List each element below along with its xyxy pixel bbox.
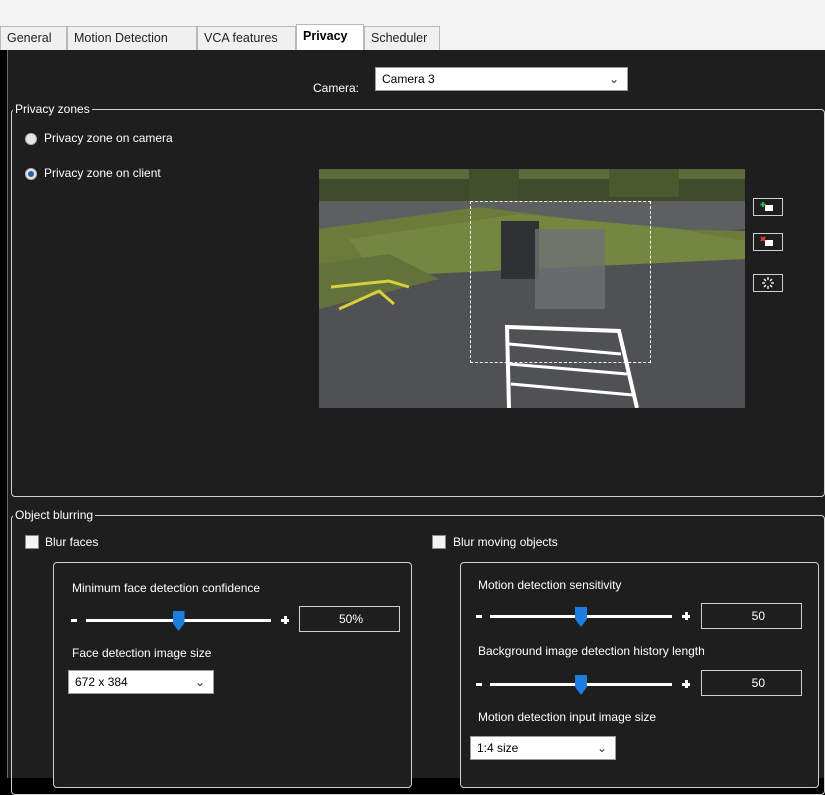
add-zone-button[interactable] xyxy=(753,198,783,216)
blur-faces-checkbox[interactable] xyxy=(25,535,39,549)
clear-zones-button[interactable] xyxy=(753,274,783,292)
camera-label: Camera: xyxy=(313,81,360,95)
tab-privacy[interactable]: Privacy xyxy=(296,24,364,50)
tab-general[interactable]: General xyxy=(0,26,67,50)
plus-icon[interactable] xyxy=(281,616,289,624)
min-confidence-label: Minimum face detection confidence xyxy=(72,581,261,595)
face-image-size-value: 672 x 384 xyxy=(75,675,128,689)
blur-faces-label: Blur faces xyxy=(45,535,99,549)
input-size-label: Motion detection input image size xyxy=(478,710,657,724)
delete-zone-button[interactable] xyxy=(753,233,783,251)
sensitivity-slider[interactable] xyxy=(490,607,672,627)
clear-zones-icon xyxy=(762,277,774,289)
input-size-value: 1:4 size xyxy=(477,741,519,755)
history-length-label: Background image detection history lengt… xyxy=(478,644,705,658)
face-image-size-label: Face detection image size xyxy=(72,646,212,660)
min-confidence-slider[interactable] xyxy=(86,611,271,631)
privacy-zones-title: Privacy zones xyxy=(13,102,92,116)
input-size-select[interactable]: 1:4 size ⌄ xyxy=(470,736,616,760)
camera-select-value: Camera 3 xyxy=(382,72,435,86)
tab-vca-features[interactable]: VCA features xyxy=(197,26,296,50)
privacy-zone-camera-radio[interactable] xyxy=(25,133,37,145)
privacy-zone-camera-label: Privacy zone on camera xyxy=(44,131,173,145)
tab-motion-detection[interactable]: Motion Detection xyxy=(67,26,197,50)
blur-moving-objects-checkbox[interactable] xyxy=(432,535,446,549)
chevron-down-icon: ⌄ xyxy=(596,741,607,755)
minus-icon[interactable] xyxy=(71,619,77,622)
plus-icon[interactable] xyxy=(682,612,690,620)
sensitivity-value[interactable]: 50 xyxy=(701,603,802,629)
privacy-zone-client-label: Privacy zone on client xyxy=(44,166,161,180)
chevron-down-icon: ⌄ xyxy=(194,675,205,689)
face-image-size-select[interactable]: 672 x 384 ⌄ xyxy=(68,670,214,694)
sensitivity-label: Motion detection sensitivity xyxy=(478,578,622,592)
privacy-zone-client-radio[interactable] xyxy=(25,168,37,180)
plus-icon[interactable] xyxy=(682,680,690,688)
object-blurring-title: Object blurring xyxy=(13,508,96,522)
delete-zone-icon xyxy=(760,236,773,246)
chevron-down-icon: ⌄ xyxy=(608,72,619,86)
history-length-slider[interactable] xyxy=(490,675,672,695)
camera-select[interactable]: Camera 3 ⌄ xyxy=(375,67,628,91)
blur-moving-objects-label: Blur moving objects xyxy=(453,535,558,549)
minus-icon[interactable] xyxy=(476,683,482,686)
history-length-value[interactable]: 50 xyxy=(701,670,802,696)
tab-bar: General Motion Detection VCA features Pr… xyxy=(0,0,825,50)
privacy-zone-rectangle[interactable] xyxy=(470,201,651,363)
tab-scheduler[interactable]: Scheduler xyxy=(364,26,440,50)
minus-icon[interactable] xyxy=(476,615,482,618)
min-confidence-value[interactable]: 50% xyxy=(299,606,400,632)
add-zone-icon xyxy=(760,202,773,211)
